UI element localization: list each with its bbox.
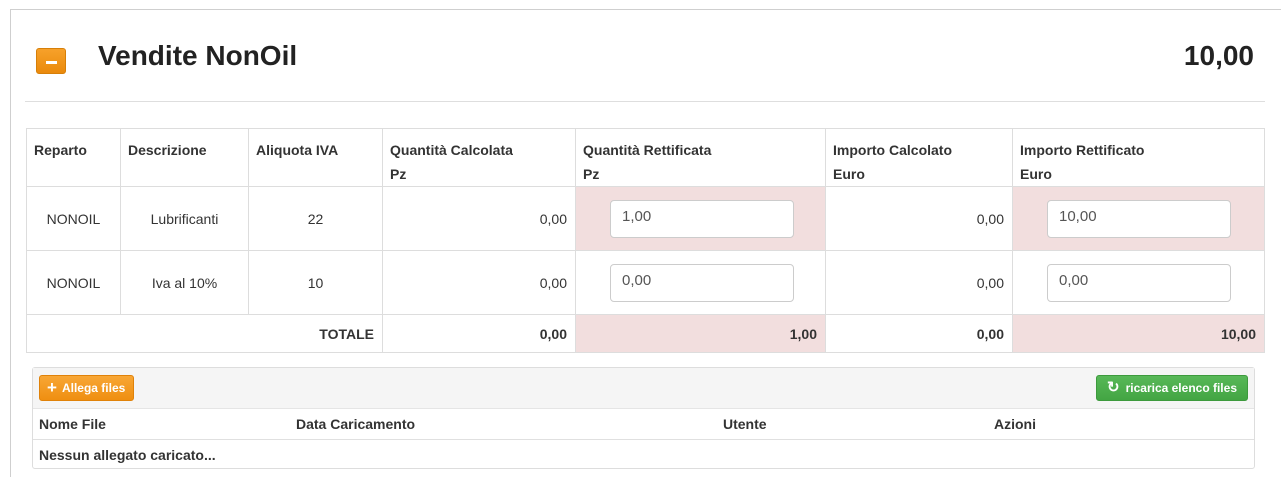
table-row: NONOIL Iva al 10% 10 0,00 0,00 0,00 0,00 — [26, 250, 1265, 315]
cell-reparto: NONOIL — [26, 186, 121, 251]
attachments-toolbar: + Allega files ↻ ricarica elenco files — [33, 368, 1254, 409]
totals-row: TOTALE 0,00 1,00 0,00 10,00 — [26, 314, 1265, 353]
qta-rettificata-input[interactable]: 0,00 — [610, 263, 794, 302]
header-aliquota-iva: Aliquota IVA — [248, 128, 383, 187]
attachments-empty-message: Nessun allegato caricato... — [39, 447, 216, 463]
attachments-panel: + Allega files ↻ ricarica elenco files N… — [32, 367, 1255, 469]
cell-imp-rettificato: 0,00 — [1012, 250, 1265, 315]
total-imp-rettificato: 10,00 — [1012, 314, 1265, 353]
header-reparto: Reparto — [26, 128, 121, 187]
header-quantita-calcolata: Quantità Calcolata Pz — [382, 128, 576, 187]
refresh-icon: ↻ — [1107, 379, 1120, 396]
reload-files-label: ricarica elenco files — [1125, 381, 1237, 395]
cell-qta-calcolata: 0,00 — [382, 186, 576, 251]
qta-rettificata-input[interactable]: 1,00 — [610, 199, 794, 238]
cell-imp-calcolato: 0,00 — [825, 186, 1013, 251]
section-header: Vendite NonOil 10,00 — [36, 38, 1254, 86]
header-divider — [25, 101, 1265, 102]
header-importo-calcolato: Importo Calcolato Euro — [825, 128, 1013, 187]
cell-aliquota: 22 — [248, 186, 383, 251]
column-data-caricamento: Data Caricamento — [296, 416, 416, 432]
cell-imp-rettificato: 10,00 — [1012, 186, 1265, 251]
attach-files-button[interactable]: + Allega files — [39, 375, 135, 401]
column-nome-file: Nome File — [39, 416, 106, 432]
attachments-header-row: Nome File Data Caricamento Utente Azioni — [33, 409, 1254, 440]
header-quantita-rettificata: Quantità Rettificata Pz — [575, 128, 826, 187]
cell-qta-rettificata: 0,00 — [575, 250, 826, 315]
collapse-toggle-button[interactable] — [36, 48, 66, 74]
imp-rettificato-input[interactable]: 0,00 — [1047, 263, 1231, 302]
imp-rettificato-input[interactable]: 10,00 — [1047, 199, 1231, 238]
minus-icon — [46, 61, 57, 64]
section-title: Vendite NonOil — [98, 40, 298, 71]
nonoil-table: Reparto Descrizione Aliquota IVA Quantit… — [26, 128, 1265, 353]
cell-aliquota: 10 — [248, 250, 383, 315]
panel-border-top — [10, 9, 1281, 10]
cell-qta-rettificata: 1,00 — [575, 186, 826, 251]
cell-descrizione: Lubrificanti — [120, 186, 249, 251]
column-utente: Utente — [723, 416, 767, 432]
column-azioni: Azioni — [994, 416, 1036, 432]
cell-descrizione: Iva al 10% — [120, 250, 249, 315]
header-importo-rettificato: Importo Rettificato Euro — [1012, 128, 1265, 187]
table-header-row: Reparto Descrizione Aliquota IVA Quantit… — [26, 128, 1265, 187]
cell-imp-calcolato: 0,00 — [825, 250, 1013, 315]
total-imp-calcolato: 0,00 — [825, 314, 1013, 353]
cell-qta-calcolata: 0,00 — [382, 250, 576, 315]
totals-label: TOTALE — [26, 314, 383, 353]
total-qta-calcolata: 0,00 — [382, 314, 576, 353]
attach-files-label: Allega files — [61, 381, 126, 395]
reload-files-button[interactable]: ↻ ricarica elenco files — [1096, 375, 1248, 401]
panel-border-left — [10, 9, 11, 477]
cell-reparto: NONOIL — [26, 250, 121, 315]
section-total: 10,00 — [1183, 40, 1254, 71]
table-row: NONOIL Lubrificanti 22 0,00 1,00 0,00 10… — [26, 186, 1265, 251]
total-qta-rettificata: 1,00 — [575, 314, 826, 353]
header-descrizione: Descrizione — [120, 128, 249, 187]
plus-icon: + — [47, 378, 57, 397]
